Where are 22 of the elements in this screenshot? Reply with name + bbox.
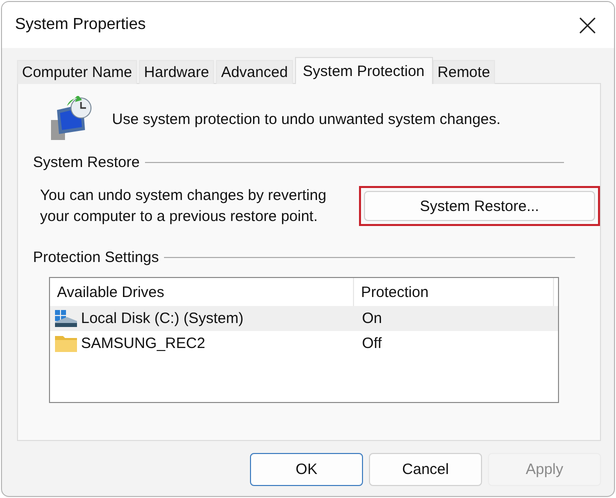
drive-name: SAMSUNG_REC2 xyxy=(81,335,206,352)
description-text: You can undo system changes by reverting your computer to a previous restore point. xyxy=(40,186,328,227)
disk-icon xyxy=(55,310,77,328)
dialog-button[interactable]: OK xyxy=(250,453,363,486)
close-icon xyxy=(579,16,596,34)
drive-row[interactable]: Local Disk (C:) (System) On xyxy=(50,306,558,331)
window-title: System Properties xyxy=(15,16,146,34)
protection-status: On xyxy=(362,310,382,327)
drive-name: Local Disk (C:) (System) xyxy=(81,310,244,327)
section-heading: System Restore xyxy=(33,154,140,171)
system-restore-button[interactable]: System Restore... xyxy=(364,191,595,221)
protection-status: Off xyxy=(362,335,382,352)
drive-row[interactable]: SAMSUNG_REC2 Off xyxy=(50,331,558,356)
tab[interactable]: Hardware xyxy=(139,60,214,84)
tab[interactable]: Advanced xyxy=(216,60,293,84)
section-heading: Protection Settings xyxy=(33,249,159,266)
dialog-button[interactable]: Cancel xyxy=(369,453,482,486)
intro-text: Use system protection to undo unwanted system changes. xyxy=(112,110,501,128)
tab[interactable]: Remote xyxy=(432,60,496,84)
tab[interactable]: System Protection xyxy=(294,57,433,84)
tab[interactable]: Computer Name xyxy=(17,60,138,84)
folder-icon xyxy=(55,334,77,352)
